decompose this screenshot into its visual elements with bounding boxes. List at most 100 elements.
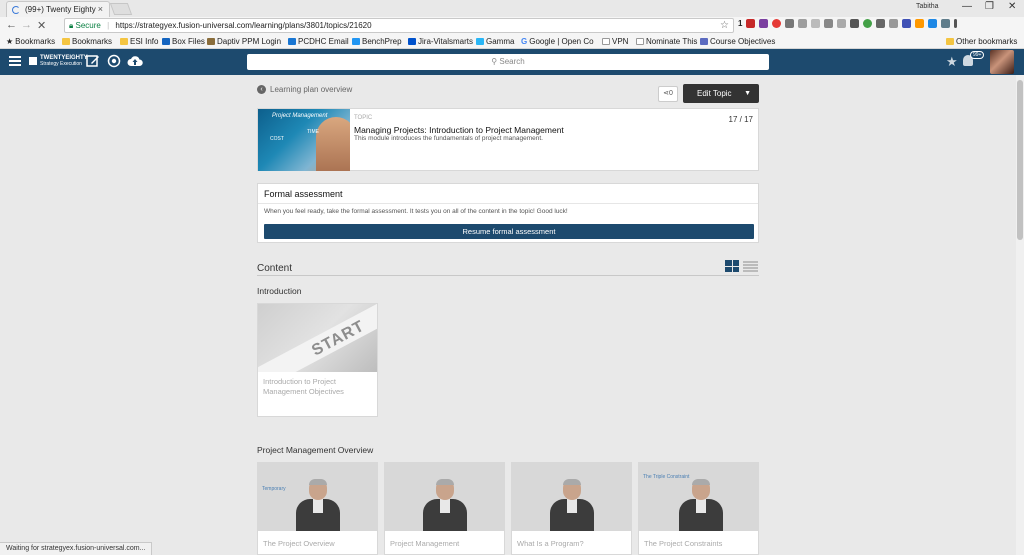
content-card[interactable]: START Introduction to Project Management… [257, 303, 378, 417]
card-title: Project Management [390, 539, 460, 548]
bookmark-star-icon[interactable]: ☆ [720, 19, 729, 32]
extension-icon[interactable] [811, 19, 821, 28]
bookmark-item[interactable]: ESI Info [120, 37, 158, 46]
browser-tab[interactable]: (99+) Twenty Eighty × [6, 1, 110, 17]
card-thumbnail: Temporary [258, 463, 377, 531]
url-divider: | [107, 21, 110, 30]
back-arrow-icon[interactable]: ← [6, 19, 17, 31]
profile-name[interactable]: Tabitha [916, 3, 939, 10]
address-bar[interactable]: 🔒︎ Secure | https://strategyex.fusion-un… [64, 18, 734, 33]
content-card[interactable]: The Triple Constraint The Project Constr… [638, 462, 759, 555]
extension-icon[interactable] [863, 19, 873, 28]
card-thumbnail [385, 463, 504, 531]
extension-icon[interactable] [746, 19, 756, 28]
bookmark-item[interactable]: Jira-Vitalsmarts [408, 37, 473, 46]
star-icon: ★ [6, 37, 14, 46]
edit-icon[interactable] [86, 54, 100, 68]
topic-progress-count: 17 / 17 [728, 115, 753, 124]
bookmark-item[interactable]: BenchPrep [352, 37, 402, 46]
bookmark-item[interactable]: PCDHC Email [288, 37, 349, 46]
minimize-icon[interactable]: — [962, 1, 972, 12]
browser-status-bar: Waiting for strategyex.fusion-universal.… [0, 542, 153, 555]
content-section-header: Content [257, 260, 759, 276]
extension-icon[interactable] [928, 19, 938, 28]
bookmark-item[interactable]: Daptiv PPM Login [207, 37, 281, 46]
tab-close-icon[interactable]: × [98, 2, 103, 17]
other-bookmarks[interactable]: Other bookmarks [946, 37, 1017, 46]
onenote-extension-icon[interactable] [759, 19, 769, 28]
bookmark-item[interactable]: G Google | Open Co [521, 37, 594, 46]
stop-icon[interactable]: ✕ [37, 19, 46, 32]
hamburger-menu-icon[interactable] [9, 56, 21, 66]
lock-icon: 🔒︎ [69, 21, 74, 30]
bookmark-item[interactable]: VPN [602, 37, 628, 46]
card-title: Introduction to Project Management Objec… [263, 377, 344, 396]
jira-icon [408, 38, 416, 45]
topic-card[interactable]: Project Management TIME COST TOPIC Manag… [257, 108, 759, 171]
logo-mark-icon [29, 57, 37, 65]
content-card[interactable]: Project Management [384, 462, 505, 555]
bookmark-item[interactable]: Gamma [476, 37, 514, 46]
menu-icon[interactable] [954, 19, 958, 28]
page-icon [352, 38, 360, 45]
page-icon [602, 38, 610, 45]
target-icon[interactable] [107, 54, 121, 68]
extension-icon[interactable] [850, 19, 860, 28]
page-icon [636, 38, 644, 45]
folder-icon [946, 38, 954, 45]
scrollbar-thumb[interactable] [1017, 80, 1023, 240]
topic-label: TOPIC [354, 115, 373, 121]
content-card[interactable]: Temporary The Project Overview [257, 462, 378, 555]
extension-icon[interactable] [902, 19, 912, 28]
extension-icon[interactable] [889, 19, 899, 28]
share-button[interactable]: ⋖0 [658, 86, 678, 102]
cloud-upload-icon[interactable] [127, 54, 143, 68]
resume-assessment-button[interactable]: Resume formal assessment [264, 224, 754, 239]
user-avatar[interactable] [990, 50, 1014, 74]
folder-icon [120, 38, 128, 45]
page-icon [207, 38, 215, 45]
card-title: The Project Constraints [644, 539, 723, 548]
cast-icon[interactable] [941, 19, 951, 28]
card-thumbnail: The Triple Constraint [639, 463, 758, 531]
search-input[interactable]: ⚲ Search [247, 54, 769, 70]
maximize-icon[interactable]: ❐ [985, 1, 994, 12]
chevron-down-icon: ▼ [744, 90, 751, 97]
bookmarks-star[interactable]: ★ Bookmarks [6, 37, 55, 46]
bookmark-item[interactable]: Box Files [162, 37, 205, 46]
assessment-text: When you feel ready, take the formal ass… [264, 208, 568, 215]
learning-plan-back-link[interactable]: ‹ Learning plan overview [257, 85, 352, 94]
extension-icon[interactable] [837, 19, 847, 28]
address-row: ← → ✕ 🔒︎ Secure | https://strategyex.fus… [0, 17, 1024, 35]
card-thumbnail: START [258, 304, 377, 372]
bookmark-item[interactable]: Course Objectives [700, 37, 775, 46]
new-tab-button[interactable] [109, 3, 133, 15]
edit-topic-button[interactable]: Edit Topic ▼ [683, 84, 759, 103]
extension-icon[interactable] [798, 19, 808, 28]
extension-icon[interactable] [915, 19, 925, 28]
close-window-icon[interactable]: ✕ [1008, 1, 1016, 12]
thumbnail-person [316, 117, 350, 171]
grid-view-icon[interactable] [725, 260, 739, 272]
outlook-icon [288, 38, 296, 45]
extension-icon[interactable] [824, 19, 834, 28]
page-icon [700, 38, 708, 45]
content-card[interactable]: What Is a Program? [511, 462, 632, 555]
notifications-badge: 99+ [970, 51, 985, 59]
bookmark-item[interactable]: Nominate This [636, 37, 697, 46]
bookmark-item[interactable]: Bookmarks [62, 37, 112, 46]
bookmarks-bar: ★ Bookmarks Bookmarks ESI Info Box Files … [0, 35, 1024, 49]
pinterest-extension-icon[interactable] [772, 19, 782, 28]
favorites-star-icon[interactable]: ★ [946, 54, 958, 70]
extension-icon[interactable] [876, 19, 886, 28]
card-title: What Is a Program? [517, 539, 584, 548]
box-icon [162, 38, 170, 45]
secure-label: Secure [75, 21, 101, 30]
forward-arrow-icon[interactable]: → [21, 19, 32, 31]
extension-icon[interactable] [785, 19, 795, 28]
list-view-icon[interactable] [743, 261, 758, 272]
extensions-bar: 1 [738, 19, 958, 28]
topic-title: Managing Projects: Introduction to Proje… [354, 125, 564, 135]
twentyeighty-logo[interactable]: TWENTYEIGHTY Strategy Execution [29, 55, 88, 67]
divider [258, 203, 758, 204]
